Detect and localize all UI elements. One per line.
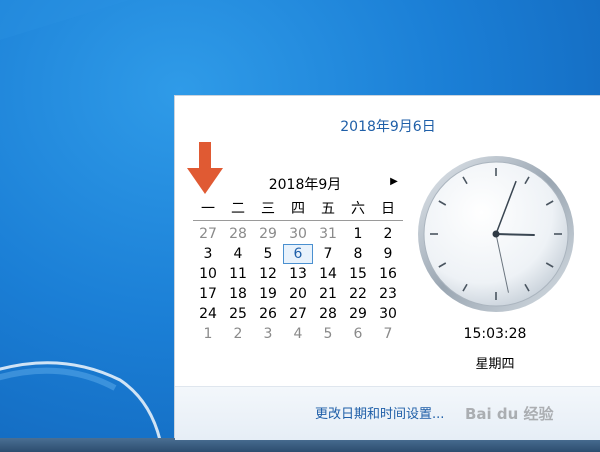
- weekday-header: 五: [313, 198, 343, 221]
- weekday-header: 二: [223, 198, 253, 221]
- calendar-day[interactable]: 17: [193, 284, 223, 304]
- calendar-day[interactable]: 21: [313, 284, 343, 304]
- calendar-day[interactable]: 18: [223, 284, 253, 304]
- popup-footer: 更改日期和时间设置... Bai du 经验: [175, 386, 600, 440]
- calendar-day[interactable]: 27: [283, 304, 313, 324]
- calendar-day[interactable]: 19: [253, 284, 283, 304]
- clock-center: [492, 230, 500, 238]
- hour-hand: [495, 233, 535, 236]
- calendar-day[interactable]: 16: [373, 264, 403, 284]
- calendar-day[interactable]: 6: [343, 324, 373, 344]
- weekday-header: 一: [193, 198, 223, 221]
- calendar-day[interactable]: 25: [223, 304, 253, 324]
- calendar-day[interactable]: 5: [253, 244, 283, 264]
- calendar-day[interactable]: 11: [223, 264, 253, 284]
- red-down-arrow-annotation: [187, 142, 223, 194]
- calendar-day[interactable]: 2: [373, 224, 403, 244]
- calendar-day[interactable]: 13: [283, 264, 313, 284]
- calendar-day[interactable]: 1: [193, 324, 223, 344]
- weekday-header: 三: [253, 198, 283, 221]
- calendar-day[interactable]: 24: [193, 304, 223, 324]
- calendar-day[interactable]: 2: [223, 324, 253, 344]
- calendar-day[interactable]: 26: [253, 304, 283, 324]
- calendar-day[interactable]: 31: [313, 224, 343, 244]
- calendar-day[interactable]: 20: [283, 284, 313, 304]
- calendar-day[interactable]: 28: [223, 224, 253, 244]
- calendar-day[interactable]: 3: [193, 244, 223, 264]
- calendar-day[interactable]: 28: [313, 304, 343, 324]
- calendar-day[interactable]: 8: [343, 244, 373, 264]
- calendar-day[interactable]: 22: [343, 284, 373, 304]
- calendar-day[interactable]: 4: [223, 244, 253, 264]
- digital-time: 15:03:28: [463, 326, 527, 342]
- taskbar[interactable]: [0, 438, 600, 452]
- change-date-time-settings-link[interactable]: 更改日期和时间设置...: [315, 403, 444, 422]
- calendar-day[interactable]: 5: [313, 324, 343, 344]
- calendar-day[interactable]: 10: [193, 264, 223, 284]
- calendar-day[interactable]: 7: [373, 324, 403, 344]
- analog-clock: [418, 156, 574, 312]
- weekday-name: 星期四: [475, 357, 515, 372]
- weekday-header: 日: [373, 198, 403, 221]
- calendar-day[interactable]: 27: [193, 224, 223, 244]
- calendar-day[interactable]: 30: [373, 304, 403, 324]
- calendar-day[interactable]: 30: [283, 224, 313, 244]
- calendar-day[interactable]: 7: [313, 244, 343, 264]
- calendar-day[interactable]: 6: [283, 244, 313, 264]
- calendar-day[interactable]: 15: [343, 264, 373, 284]
- baidu-watermark: Bai du 经验: [465, 405, 554, 423]
- weekday-header: 四: [283, 198, 313, 221]
- calendar-day[interactable]: 1: [343, 224, 373, 244]
- calendar-day[interactable]: 9: [373, 244, 403, 264]
- calendar-day[interactable]: 29: [253, 224, 283, 244]
- calendar-day[interactable]: 14: [313, 264, 343, 284]
- date-time-popup: 2018年9月6日 2018年9月 ▶ 一二三四五六日 27 28 29 30 31 1 2 3…: [174, 95, 600, 440]
- calendar-day[interactable]: 29: [343, 304, 373, 324]
- month-title[interactable]: 2018年9月: [235, 174, 375, 194]
- calendar-grid: 一二三四五六日 27 28 29 30 31 1 2 3 4 5 6 7 8 9 10 11 12 13 14 15 16…: [193, 198, 403, 344]
- full-date-link[interactable]: 2018年9月6日: [175, 116, 600, 136]
- calendar-day[interactable]: 3: [253, 324, 283, 344]
- calendar-day[interactable]: 12: [253, 264, 283, 284]
- next-month-icon[interactable]: ▶: [387, 175, 401, 189]
- weekday-header: 六: [343, 198, 373, 221]
- calendar-day[interactable]: 4: [283, 324, 313, 344]
- calendar-day[interactable]: 23: [373, 284, 403, 304]
